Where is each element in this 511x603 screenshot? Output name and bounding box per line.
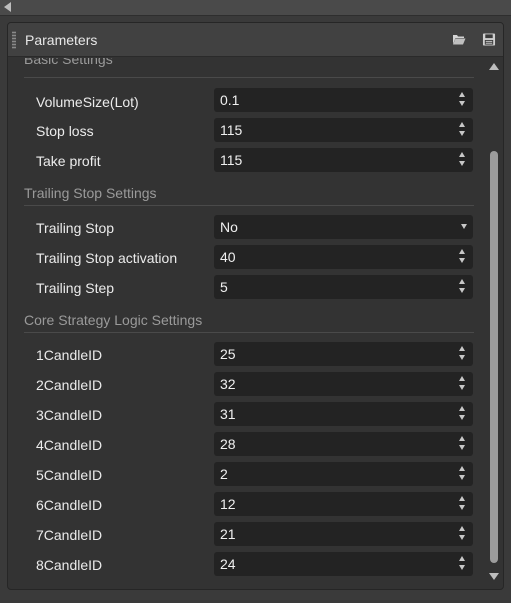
param-label-stop-loss: Stop loss (36, 123, 94, 139)
scrollbar-thumb[interactable] (490, 151, 498, 563)
param-label-candle-4: 4CandleID (36, 437, 103, 453)
section-divider (24, 205, 474, 206)
candle-8-input[interactable]: 24 (214, 552, 473, 576)
field-value: 24 (220, 556, 236, 572)
candle-7-input[interactable]: 21 (214, 522, 473, 546)
section-divider (24, 332, 474, 333)
field-value: 28 (220, 436, 236, 452)
spinner-icon[interactable] (459, 151, 467, 169)
spinner-icon[interactable] (459, 121, 467, 139)
scroll-up-arrow-icon[interactable] (489, 63, 499, 70)
spinner-icon[interactable] (459, 375, 467, 393)
spinner-icon[interactable] (459, 91, 467, 109)
param-label-trailing-stop: Trailing Stop (36, 220, 115, 236)
field-value: No (220, 219, 238, 235)
param-label-candle-2: 2CandleID (36, 377, 103, 393)
param-label-candle-5: 5CandleID (36, 467, 103, 483)
spinner-icon[interactable] (459, 278, 467, 296)
parameters-panel: Parameters Basic Settings VolumeSize(Lot… (7, 22, 504, 590)
candle-5-input[interactable]: 2 (214, 462, 473, 486)
param-label-take-profit: Take profit (36, 153, 101, 169)
save-icon[interactable] (482, 33, 496, 46)
take-profit-input[interactable]: 115 (214, 148, 473, 172)
candle-4-input[interactable]: 28 (214, 432, 473, 456)
top-toolbar (0, 0, 511, 16)
panel-title: Parameters (25, 32, 98, 48)
section-title-core: Core Strategy Logic Settings (24, 312, 203, 328)
panel-header: Parameters (8, 23, 503, 57)
candle-6-input[interactable]: 12 (214, 492, 473, 516)
field-value: 40 (220, 249, 236, 265)
param-label-candle-6: 6CandleID (36, 497, 103, 513)
candle-3-input[interactable]: 31 (214, 402, 473, 426)
field-value: 12 (220, 496, 236, 512)
param-label-trailing-activation: Trailing Stop activation (36, 250, 178, 266)
spinner-icon[interactable] (459, 525, 467, 543)
spinner-icon[interactable] (459, 495, 467, 513)
spinner-icon[interactable] (459, 345, 467, 363)
trailing-step-input[interactable]: 5 (214, 275, 473, 299)
field-value: 21 (220, 526, 236, 542)
field-value: 5 (220, 279, 228, 295)
vertical-scrollbar[interactable] (484, 58, 503, 589)
candle-2-input[interactable]: 32 (214, 372, 473, 396)
parameters-list: Basic Settings VolumeSize(Lot) 0.1 Stop … (8, 58, 484, 589)
scroll-left-arrow-icon[interactable] (4, 2, 11, 12)
drag-handle-icon[interactable] (12, 31, 16, 49)
field-value: 115 (220, 122, 243, 138)
field-value: 115 (220, 152, 243, 168)
field-value: 32 (220, 376, 236, 392)
param-label-volume: VolumeSize(Lot) (36, 94, 139, 110)
spinner-icon[interactable] (459, 555, 467, 573)
param-label-trailing-step: Trailing Step (36, 280, 115, 296)
scroll-down-arrow-icon[interactable] (489, 573, 499, 580)
spinner-icon[interactable] (459, 248, 467, 266)
stop-loss-input[interactable]: 115 (214, 118, 473, 142)
volume-size-input[interactable]: 0.1 (214, 88, 473, 112)
section-divider (24, 77, 474, 78)
chevron-down-icon[interactable] (461, 224, 467, 229)
spinner-icon[interactable] (459, 435, 467, 453)
field-value: 0.1 (220, 92, 240, 108)
param-label-candle-7: 7CandleID (36, 527, 103, 543)
section-title-basic: Basic Settings (24, 58, 113, 67)
field-value: 31 (220, 406, 236, 422)
section-title-trailing: Trailing Stop Settings (24, 185, 157, 201)
spinner-icon[interactable] (459, 405, 467, 423)
spinner-icon[interactable] (459, 465, 467, 483)
trailing-activation-input[interactable]: 40 (214, 245, 473, 269)
param-label-candle-3: 3CandleID (36, 407, 103, 423)
candle-1-input[interactable]: 25 (214, 342, 473, 366)
param-label-candle-1: 1CandleID (36, 347, 103, 363)
field-value: 2 (220, 466, 228, 482)
field-value: 25 (220, 346, 236, 362)
folder-open-icon[interactable] (452, 33, 466, 46)
trailing-stop-select[interactable]: No (214, 215, 473, 239)
param-label-candle-8: 8CandleID (36, 557, 103, 573)
